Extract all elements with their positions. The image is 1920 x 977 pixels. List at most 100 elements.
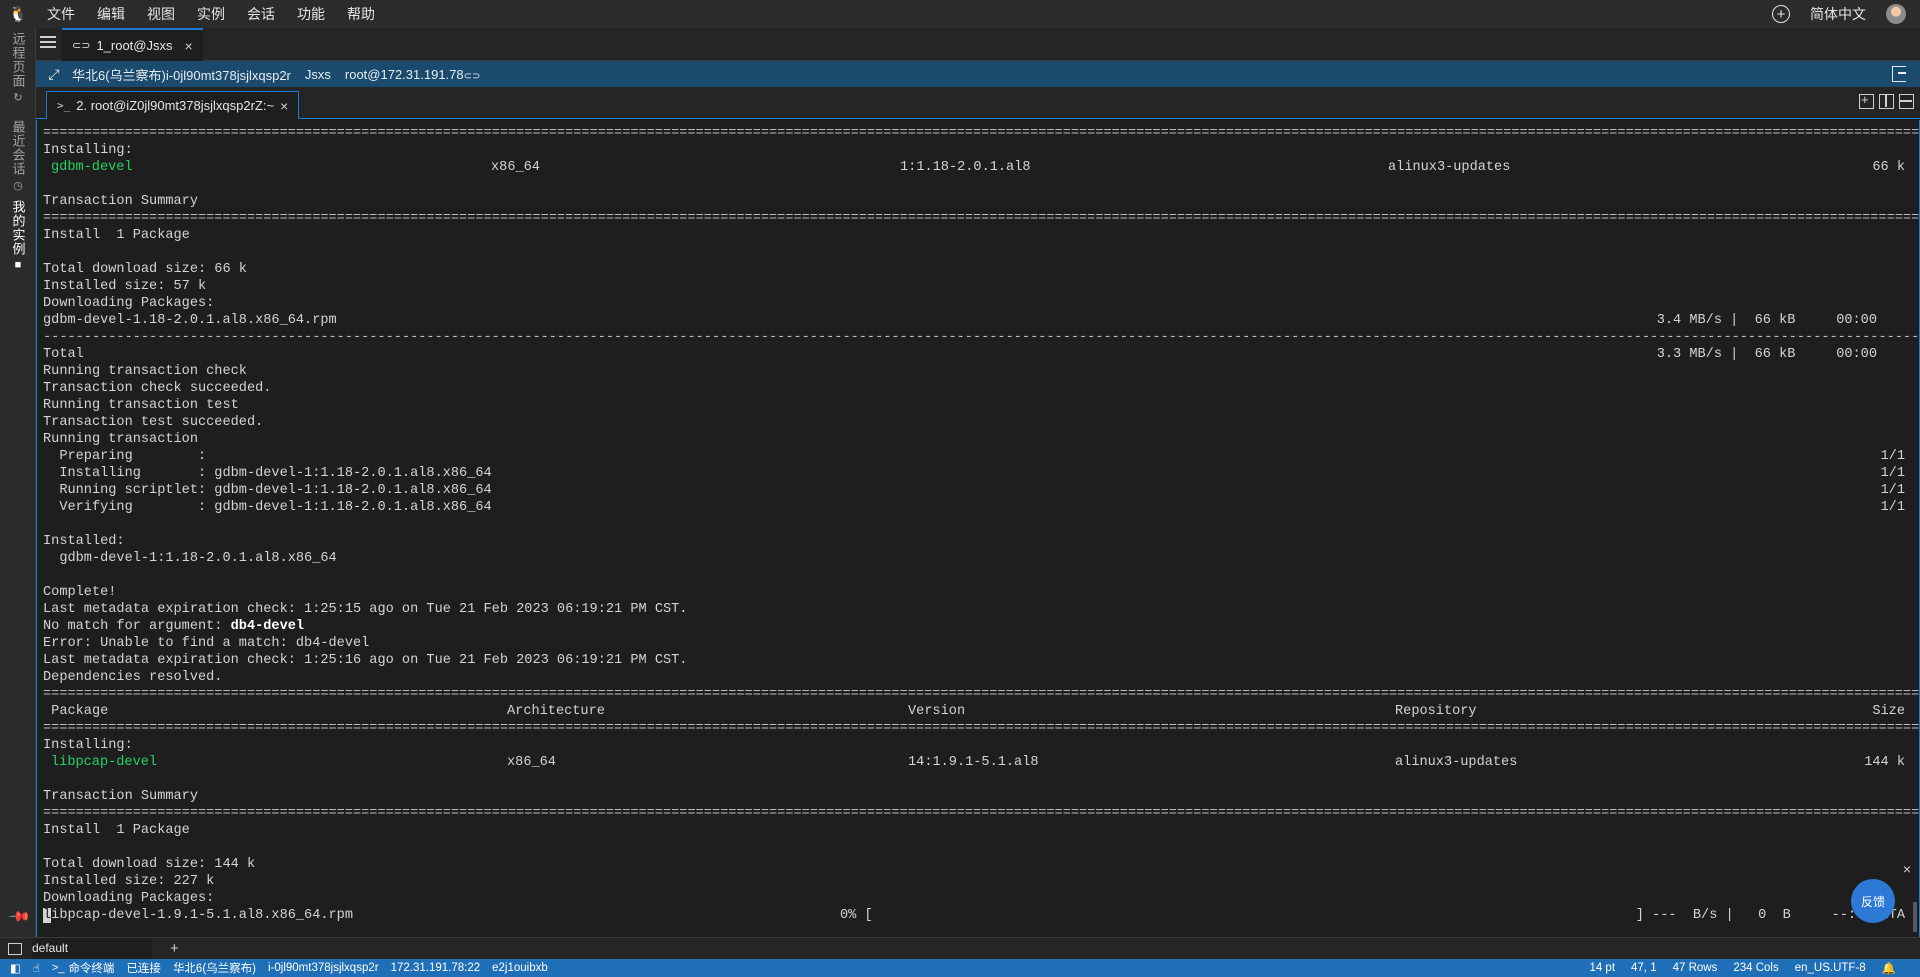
region-label: 华北6(乌兰察布) — [72, 67, 166, 83]
sidebar-item-my-instances[interactable]: 我的实例 ■ — [0, 200, 36, 271]
menu-view[interactable]: 视图 — [136, 0, 186, 28]
step-text: Verifying : gdbm-devel-1:1.18-2.0.1.al8.… — [43, 500, 492, 515]
package-version: 14:1.9.1-5.1.al8 — [908, 755, 1039, 770]
terminal-line: Installed size: 227 k — [43, 874, 215, 889]
terminal-line: Transaction Summary — [43, 789, 198, 804]
separator-line: ========================================… — [43, 806, 1919, 821]
menu-session[interactable]: 会话 — [236, 0, 286, 28]
split-vertical-icon[interactable] — [1879, 94, 1894, 109]
step-text: Running scriptlet: gdbm-devel-1:1.18-2.0… — [43, 483, 492, 498]
login-label: root@172.31.191.78 — [344, 66, 464, 82]
step-count: 1/1 — [1880, 483, 1905, 498]
close-icon[interactable]: × — [185, 38, 193, 54]
sidebar-item-label: 最近会话 — [10, 120, 26, 176]
terminal-line: Total download size: 144 k — [43, 857, 256, 872]
col-count: 234 Cols — [1733, 962, 1779, 974]
tab-session-1[interactable]: ⊂⊃ 1_root@Jsxs × — [62, 28, 203, 61]
terminal-panel-icon — [8, 942, 22, 955]
menu-help[interactable]: 帮助 — [336, 0, 386, 28]
terminal-line: Installing: — [43, 143, 133, 158]
login-info: root@172.31.191.78⊂⊃ — [345, 67, 481, 82]
terminal-output[interactable]: ========================================… — [36, 120, 1920, 937]
terminal-line: Installed: — [43, 534, 125, 549]
split-horizontal-icon[interactable] — [1899, 94, 1914, 109]
menu-file[interactable]: 文件 — [36, 0, 86, 28]
terminal-line: Transaction check succeeded. — [43, 381, 272, 396]
connection-info-bar: ⤢ 华北6(乌兰察布)i-0jl90mt378jsjlxqsp2r Jsxs r… — [36, 61, 1920, 87]
close-icon[interactable]: × — [1903, 861, 1911, 877]
status-ip: 172.31.191.78:22 — [390, 962, 481, 974]
header-package: Package — [43, 704, 109, 719]
feedback-button[interactable]: 反馈 — [1851, 879, 1895, 923]
rpm-filename: gdbm-devel-1.18-2.0.1.al8.x86_64.rpm — [43, 313, 337, 328]
step-text: Installing : gdbm-devel-1:1.18-2.0.1.al8… — [43, 466, 492, 481]
terminal-status[interactable]: >_ 命令终端 — [52, 960, 115, 976]
step-row: Preparing : 1/1 — [43, 448, 1919, 465]
fullscreen-icon[interactable]: ⤢ — [36, 66, 72, 83]
package-row: gdbm-devel x86_64 1:1.18-2.0.1.al8 alinu… — [43, 159, 1919, 176]
no-match-argument: db4-devel — [230, 619, 305, 634]
tab-list-icon[interactable] — [40, 36, 56, 50]
package-row: libpcap-devel x86_64 14:1.9.1-5.1.al8 al… — [43, 754, 1919, 771]
package-name: libpcap-devel — [51, 755, 158, 770]
sidebar-item-remote-pages[interactable]: 远程页面 ↻ — [0, 32, 36, 104]
hand-icon[interactable]: ☝ — [33, 961, 40, 975]
font-size-indicator[interactable]: 14 pt — [1589, 962, 1615, 974]
terminal-prompt-icon: >_ — [57, 99, 71, 112]
cursor-position: 47, 1 — [1631, 962, 1657, 974]
terminal-line: Dependencies resolved. — [43, 670, 223, 685]
close-icon[interactable]: × — [280, 98, 288, 114]
terminal-line: Transaction Summary — [43, 194, 198, 209]
package-arch: x86_64 — [491, 160, 540, 175]
terminal-scrollbar[interactable] — [1913, 902, 1917, 932]
step-count: 1/1 — [1880, 500, 1905, 515]
logout-icon[interactable] — [1892, 66, 1906, 82]
package-version: 1:1.18-2.0.1.al8 — [900, 160, 1031, 175]
step-row: Verifying : gdbm-devel-1:1.18-2.0.1.al8.… — [43, 499, 1919, 516]
terminal-line: Transaction test succeeded. — [43, 415, 264, 430]
encoding[interactable]: en_US.UTF-8 — [1795, 962, 1866, 974]
add-circle-icon[interactable]: + — [1772, 5, 1790, 23]
status-terminal-label: 命令终端 — [68, 963, 115, 975]
hostname: Jsxs — [304, 66, 331, 82]
avatar[interactable] — [1886, 4, 1906, 24]
panel-bar: default + — [0, 937, 1920, 959]
connection-status: 已连接 — [126, 963, 161, 975]
terminal-line: Install 1 Package — [43, 823, 190, 838]
link-icon: ⊂⊃ — [463, 70, 481, 82]
panel-tab-default[interactable]: default — [32, 938, 152, 959]
terminal-prompt-icon: >_ — [51, 962, 65, 974]
package-name: gdbm-devel — [51, 160, 133, 175]
add-panel-icon[interactable]: + — [170, 940, 179, 957]
separator-line: ========================================… — [43, 126, 1919, 141]
new-terminal-icon[interactable] — [1859, 92, 1874, 109]
instance-info: 华北6(乌兰察布)i-0jl90mt378jsjlxqsp2r — [72, 65, 291, 84]
menu-features[interactable]: 功能 — [286, 0, 336, 28]
link-icon: ⊂⊃ — [72, 40, 91, 52]
header-version: Version — [908, 704, 966, 719]
terminal-line: Last metadata expiration check: 1:25:15 … — [43, 602, 688, 617]
step-count: 1/1 — [1880, 449, 1905, 464]
split-controls — [1859, 92, 1914, 109]
notification-bell-icon[interactable]: 🔔 — [1882, 961, 1896, 975]
dash-separator-line: ----------------------------------------… — [43, 330, 1919, 345]
download-progress: 0% [ — [840, 908, 873, 923]
language-selector[interactable]: 简体中文 — [1810, 4, 1866, 24]
terminal-line: Last metadata expiration check: 1:25:16 … — [43, 653, 688, 668]
separator-line: ========================================… — [43, 211, 1919, 226]
tab-terminal-2[interactable]: >_ 2. root@iZ0jl90mt378jsjlxqsp2rZ:~ × — [46, 91, 300, 119]
rpm-filename-rest: ibpcap-devel-1.9.1-5.1.al8.x86_64.rpm — [51, 908, 354, 923]
pin-icon[interactable]: 📌 — [8, 904, 32, 928]
menu-edit[interactable]: 编辑 — [86, 0, 136, 28]
download-progress-row: libpcap-devel-1.9.1-5.1.al8.x86_64.rpm 0… — [43, 907, 1919, 924]
sidebar-item-recent-sessions[interactable]: 最近会话 ◷ — [0, 120, 36, 192]
instance-id: i-0jl90mt378jsjlxqsp2r — [165, 67, 291, 83]
sidebar-toggle-icon[interactable]: ◧ — [10, 961, 21, 975]
clock-icon: ◷ — [13, 180, 23, 192]
download-row: gdbm-devel-1.18-2.0.1.al8.x86_64.rpm 3.4… — [43, 312, 1919, 329]
package-arch: x86_64 — [507, 755, 556, 770]
menu-instance[interactable]: 实例 — [186, 0, 236, 28]
